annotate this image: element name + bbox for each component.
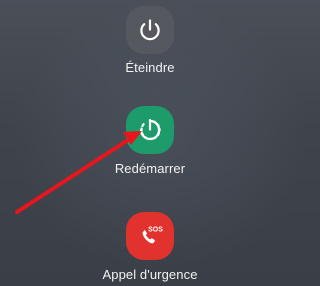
restart-option[interactable]: Redémarrer <box>0 106 300 177</box>
restart-button[interactable] <box>126 106 174 154</box>
power-off-button[interactable] <box>126 6 174 54</box>
power-off-label: Éteindre <box>125 60 175 75</box>
sos-phone-icon: SOS <box>142 227 163 244</box>
emergency-call-option[interactable]: SOS Appel d'urgence <box>0 212 300 283</box>
restart-icon <box>139 118 161 141</box>
power-icon <box>140 19 160 41</box>
power-off-option[interactable]: Éteindre <box>0 6 300 76</box>
emergency-call-label: Appel d'urgence <box>102 267 198 282</box>
restart-label: Redémarrer <box>114 161 186 176</box>
emergency-call-button[interactable]: SOS <box>126 212 174 260</box>
sos-text: SOS <box>148 227 163 234</box>
power-menu: Éteindre Redémarrer SOS Appel d'urgence <box>0 0 300 286</box>
